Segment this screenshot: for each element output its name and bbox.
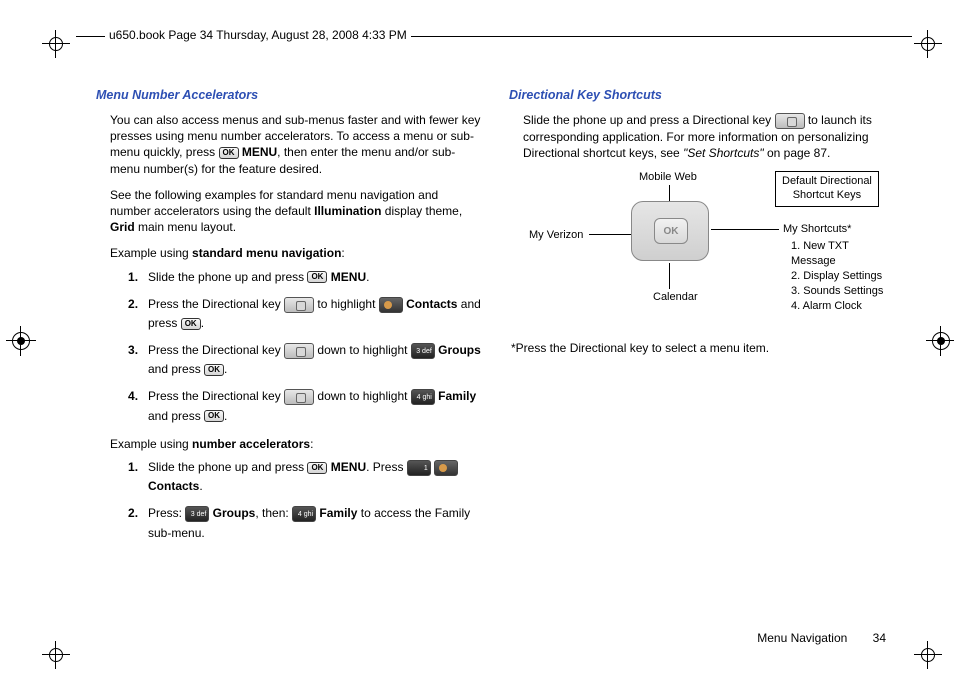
ex1-step-1: Slide the phone up and press OK MENU. <box>148 268 481 287</box>
page-footer: Menu Navigation 34 <box>757 631 886 645</box>
shortcut-right-label: My Shortcuts* <box>783 223 851 235</box>
shortcut-left-label: My Verizon <box>529 229 583 241</box>
heading-directional-shortcuts: Directional Key Shortcuts <box>509 88 894 102</box>
contacts-icon <box>379 297 403 313</box>
crop-mark-bottom-right <box>914 641 942 669</box>
key-1-icon: 1 <box>407 460 431 476</box>
crop-mark-top-right <box>914 30 942 58</box>
running-head: u650.book Page 34 Thursday, August 28, 2… <box>105 28 411 42</box>
para-intro-2: See the following examples for standard … <box>110 187 481 236</box>
leader-line <box>669 185 670 201</box>
ex1-step-3: Press the Directional key down to highli… <box>148 341 481 379</box>
key-4-icon: 4 ghi <box>411 389 435 405</box>
ok-key-icon: OK <box>204 410 224 422</box>
key-4-icon: 4 ghi <box>292 506 316 522</box>
crop-mark-bottom-left <box>42 641 70 669</box>
ok-key-icon: OK <box>181 318 201 330</box>
heading-menu-accelerators: Menu Number Accelerators <box>96 88 481 102</box>
key-3-icon: 3 def <box>411 343 435 359</box>
leader-line <box>669 263 670 289</box>
dpad-key-icon <box>775 113 805 129</box>
left-column: Menu Number Accelerators You can also ac… <box>96 88 481 553</box>
dpad-key-icon <box>284 297 314 313</box>
ex2-step-2: Press: 3 def Groups, then: 4 ghi Family … <box>148 504 481 542</box>
ok-key-icon: OK <box>307 462 327 474</box>
leader-line <box>711 229 779 230</box>
ex1-step-4: Press the Directional key down to highli… <box>148 387 481 425</box>
shortcut-down-label: Calendar <box>653 291 698 303</box>
ok-key-icon: OK <box>307 271 327 283</box>
example1-intro: Example using standard menu navigation: <box>110 245 481 261</box>
dpad-diagram-icon: OK <box>631 201 709 261</box>
dpad-key-icon <box>284 389 314 405</box>
shortcut-list: 1. New TXT Message 2. Display Settings 3… <box>791 239 894 313</box>
leader-line <box>589 234 631 235</box>
shortcut-up-label: Mobile Web <box>639 171 697 183</box>
para-intro-1: You can also access menus and sub-menus … <box>110 112 481 177</box>
para-directional-intro: Slide the phone up and press a Direction… <box>523 112 894 161</box>
registration-mark-right <box>930 330 952 352</box>
default-shortcut-box: Default Directional Shortcut Keys <box>775 171 879 207</box>
ok-key-icon: OK <box>204 364 224 376</box>
example2-intro: Example using number accelerators: <box>110 436 481 452</box>
directional-note: *Press the Directional key to select a m… <box>511 341 894 355</box>
shortcut-list-item: 2. Display Settings <box>791 269 894 284</box>
dpad-key-icon <box>284 343 314 359</box>
shortcut-list-item: 1. New TXT Message <box>791 239 894 269</box>
shortcut-list-item: 3. Sounds Settings <box>791 284 894 299</box>
contacts-icon <box>434 460 458 476</box>
key-3-icon: 3 def <box>185 506 209 522</box>
directional-shortcut-diagram: Mobile Web My Verizon My Shortcuts* Cale… <box>523 171 894 331</box>
example2-steps: Slide the phone up and press OK MENU. Pr… <box>132 458 481 543</box>
right-column: Directional Key Shortcuts Slide the phon… <box>509 88 894 553</box>
ok-key-icon: OK <box>219 147 239 159</box>
ok-button-icon: OK <box>654 218 688 244</box>
registration-mark-left <box>10 330 32 352</box>
example1-steps: Slide the phone up and press OK MENU. Pr… <box>132 268 481 426</box>
crop-mark-top-left <box>42 30 70 58</box>
shortcut-list-item: 4. Alarm Clock <box>791 299 894 314</box>
footer-page-number: 34 <box>873 631 886 645</box>
footer-section: Menu Navigation <box>757 631 847 645</box>
ex1-step-2: Press the Directional key to highlight C… <box>148 295 481 333</box>
ex2-step-1: Slide the phone up and press OK MENU. Pr… <box>148 458 481 496</box>
